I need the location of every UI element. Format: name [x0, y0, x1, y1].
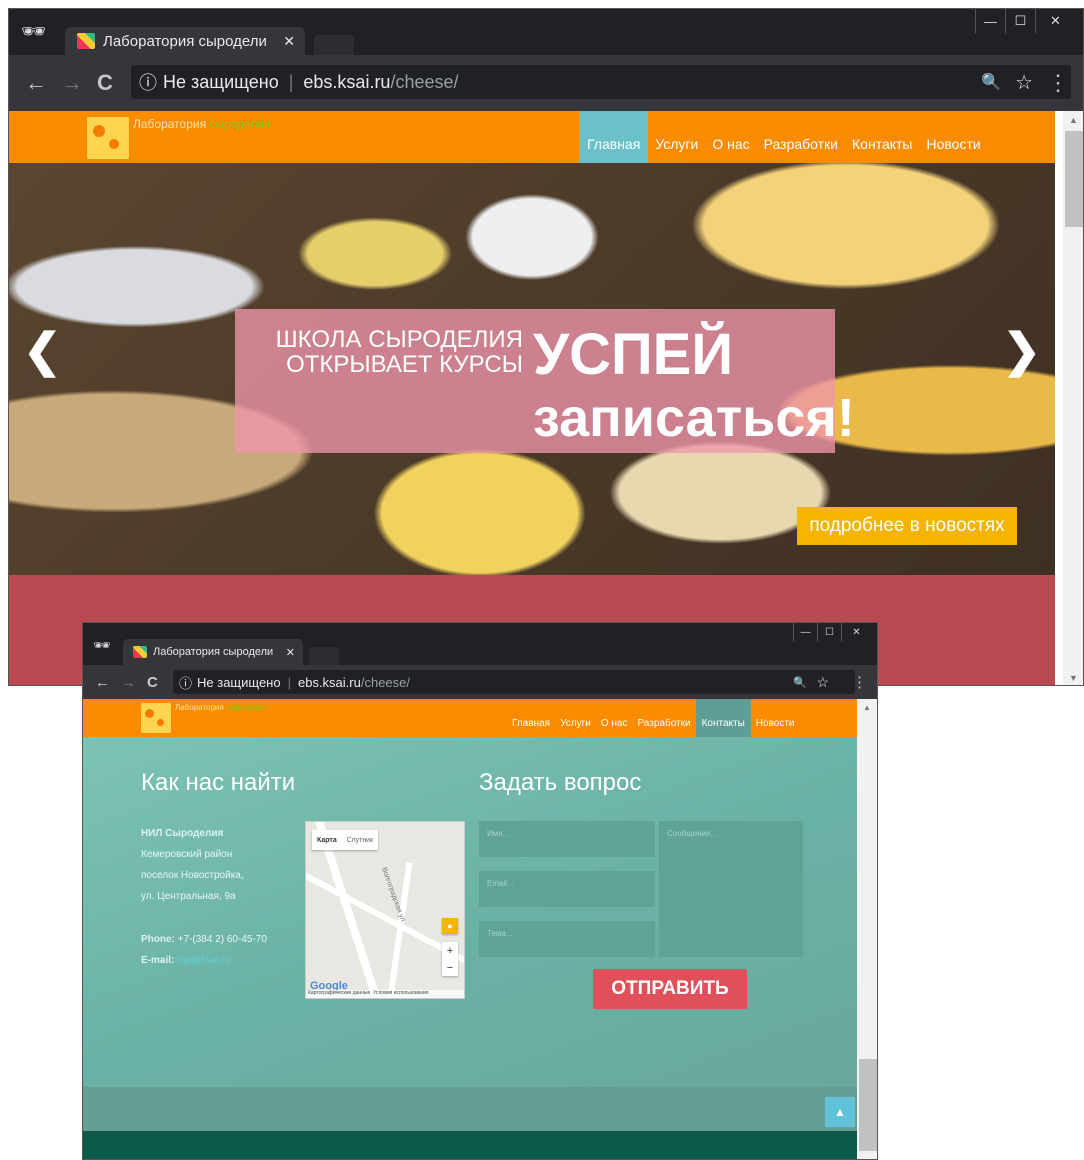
address-bar[interactable]: ⓘ Не защищено | ebs.ksai.ru/cheese/ 🔍 ☆ [131, 65, 1071, 99]
contacts-section: Как нас найти Задать вопрос НИЛ Сыродели… [83, 737, 857, 1087]
map-type-control: Карта Спутник [312, 830, 379, 850]
tab-close-icon[interactable]: ✕ [286, 646, 295, 659]
email-label: E-mail: [141, 955, 175, 966]
site-header-2: Лаборатория сыроделия Главная Услуги О н… [83, 699, 857, 747]
info-icon[interactable]: ⓘ [139, 69, 157, 95]
browser-toolbar: ← → C ⓘ Не защищено | ebs.ksai.ru/cheese… [9, 55, 1083, 111]
location-map[interactable]: Волгоградская ул. Карта Спутник ● + − Go… [305, 821, 465, 999]
prev-slide-icon[interactable]: ❮ [23, 323, 62, 377]
security-label: Не защищено [163, 71, 279, 92]
promo-headline: УСПЕЙ [533, 322, 734, 387]
site-header: Лаборатория сыроделия Главная Услуги О н… [9, 111, 1055, 177]
street-view-icon[interactable]: ● [442, 918, 458, 934]
incognito-icon: 🕶 [93, 637, 111, 653]
contacts-heading: Как нас найти [141, 769, 296, 796]
url-path-2: /cheese/ [360, 674, 411, 690]
email-input[interactable]: Email... [479, 871, 655, 907]
browser-menu-icon[interactable]: ⋮ [1047, 70, 1069, 96]
send-button[interactable]: ОТПРАВИТЬ [593, 969, 747, 1009]
maximize-button[interactable]: ☐ [1005, 9, 1035, 33]
back-icon[interactable]: ← [95, 674, 110, 691]
next-slide-icon[interactable]: ❯ [1002, 323, 1041, 377]
zoom-icon[interactable]: 🔍 [793, 676, 807, 689]
browser-window-main: 🕶 Лаборатория сыродели ✕ — ☐ ✕ ← → C ⓘ Н… [8, 8, 1084, 686]
window-controls: — ☐ ✕ [975, 9, 1075, 33]
address-line-3: ул. Центральная, 9а [141, 891, 236, 902]
minimize-button-2[interactable]: — [793, 623, 817, 641]
scrollbar-thumb[interactable] [1065, 131, 1083, 227]
org-name: НИЛ Сыроделия [141, 828, 224, 839]
new-tab-button[interactable] [314, 35, 354, 55]
phone-label: Phone: [141, 934, 175, 945]
zoom-icon[interactable]: 🔍 [981, 72, 1001, 92]
info-icon[interactable]: ⓘ [179, 673, 192, 692]
browser-toolbar-2: ← → C ⓘ Не защищено | ebs.ksai.ru/cheese… [83, 665, 877, 699]
scroll-down-icon[interactable]: ▼ [1069, 673, 1078, 683]
name-input[interactable]: Имя... [479, 821, 655, 857]
url-host-2: ebs.ksai.ru [297, 674, 361, 690]
site-brand-2[interactable]: Лаборатория сыроделия [175, 703, 267, 712]
subject-input[interactable]: Тема... [479, 921, 655, 957]
tab-title: Лаборатория сыродели [103, 32, 267, 50]
url-path: /cheese/ [390, 71, 459, 92]
bookmark-star-icon[interactable]: ☆ [816, 674, 829, 691]
page-viewport: Лаборатория сыроделия Главная Услуги О н… [9, 111, 1083, 685]
security-label-2: Не защищено [197, 674, 281, 690]
zoom-in-button[interactable]: + [447, 945, 453, 957]
maximize-button-2[interactable]: ☐ [817, 623, 841, 641]
browser-tab[interactable]: Лаборатория сыродели ✕ [65, 27, 305, 55]
back-icon[interactable]: ← [25, 70, 47, 96]
zoom-out-button[interactable]: − [447, 962, 453, 974]
address-bar-2[interactable]: ⓘ Не защищено | ebs.ksai.ru/cheese/ 🔍 ☆ [173, 670, 855, 694]
form-heading: Задать вопрос [479, 769, 642, 796]
scroll-up-icon[interactable]: ▲ [1069, 115, 1078, 125]
tab-title-2: Лаборатория сыродели [153, 646, 274, 658]
promo-headline-2: записаться! [533, 388, 855, 448]
site-logo[interactable] [87, 117, 129, 159]
browser-tab-2[interactable]: Лаборатория сыродели ✕ [123, 639, 303, 665]
title-bar-2: 🕶 Лаборатория сыродели ✕ — ☐ ✕ [83, 623, 877, 665]
scrollbar-2[interactable]: ▲ [857, 699, 877, 1159]
reload-icon[interactable]: C [97, 70, 113, 96]
tab-close-icon[interactable]: ✕ [283, 33, 295, 50]
forward-icon[interactable]: → [121, 674, 136, 691]
page-viewport-2: Лаборатория сыроделия Главная Услуги О н… [83, 699, 877, 1159]
bookmark-star-icon[interactable]: ☆ [1015, 70, 1033, 95]
site-logo-2[interactable] [141, 703, 171, 733]
forward-icon[interactable]: → [61, 70, 83, 96]
footer-dark [83, 1131, 857, 1159]
scrollbar-thumb-2[interactable] [859, 1059, 877, 1151]
hero-slider: ШКОЛА СЫРОДЕЛИЯ ОТКРЫВАЕТ КУРСЫ УСПЕЙ зап… [9, 163, 1055, 575]
new-tab-button-2[interactable] [309, 647, 339, 665]
reload-icon[interactable]: C [147, 674, 158, 691]
site-favicon-icon [133, 646, 147, 658]
address-line-1: Кемеровский район [141, 849, 233, 860]
email-link[interactable]: mp@ksai.ru [177, 955, 231, 966]
close-button[interactable]: ✕ [1035, 9, 1075, 33]
scrollbar[interactable]: ▲ ▼ [1063, 111, 1083, 685]
promo-subtitle: ШКОЛА СЫРОДЕЛИЯ ОТКРЫВАЕТ КУРСЫ [275, 326, 523, 379]
map-type-satellite[interactable]: Спутник [342, 837, 378, 844]
scroll-to-top-button[interactable]: ▲ [825, 1097, 855, 1127]
site-brand[interactable]: Лаборатория сыроделия [133, 117, 271, 131]
message-textarea[interactable]: Сообщение... [659, 821, 803, 957]
contact-info: НИЛ Сыроделия Кемеровский район поселок … [141, 823, 267, 971]
url-host: ebs.ksai.ru [303, 71, 391, 92]
map-footer: Картографические данные Условия использо… [306, 990, 464, 998]
news-more-button[interactable]: подробнее в новостях [797, 507, 1017, 545]
phone-value: +7-(384 2) 60-45-70 [177, 934, 267, 945]
site-favicon-icon [77, 33, 95, 49]
window-controls-2: — ☐ ✕ [793, 623, 871, 641]
browser-menu-icon[interactable]: ⋮ [852, 673, 867, 691]
footer-band [83, 1087, 857, 1131]
address-line-2: поселок Новостройка, [141, 870, 244, 881]
title-bar: 🕶 Лаборатория сыродели ✕ — ☐ ✕ [9, 9, 1083, 55]
incognito-icon: 🕶 [21, 21, 47, 43]
map-type-map[interactable]: Карта [312, 837, 342, 844]
close-button-2[interactable]: ✕ [841, 623, 871, 641]
minimize-button[interactable]: — [975, 9, 1005, 33]
map-zoom-control: + − [442, 942, 458, 976]
scroll-up-icon[interactable]: ▲ [863, 703, 871, 712]
browser-window-contacts: 🕶 Лаборатория сыродели ✕ — ☐ ✕ ← → C ⓘ Н… [82, 622, 878, 1160]
